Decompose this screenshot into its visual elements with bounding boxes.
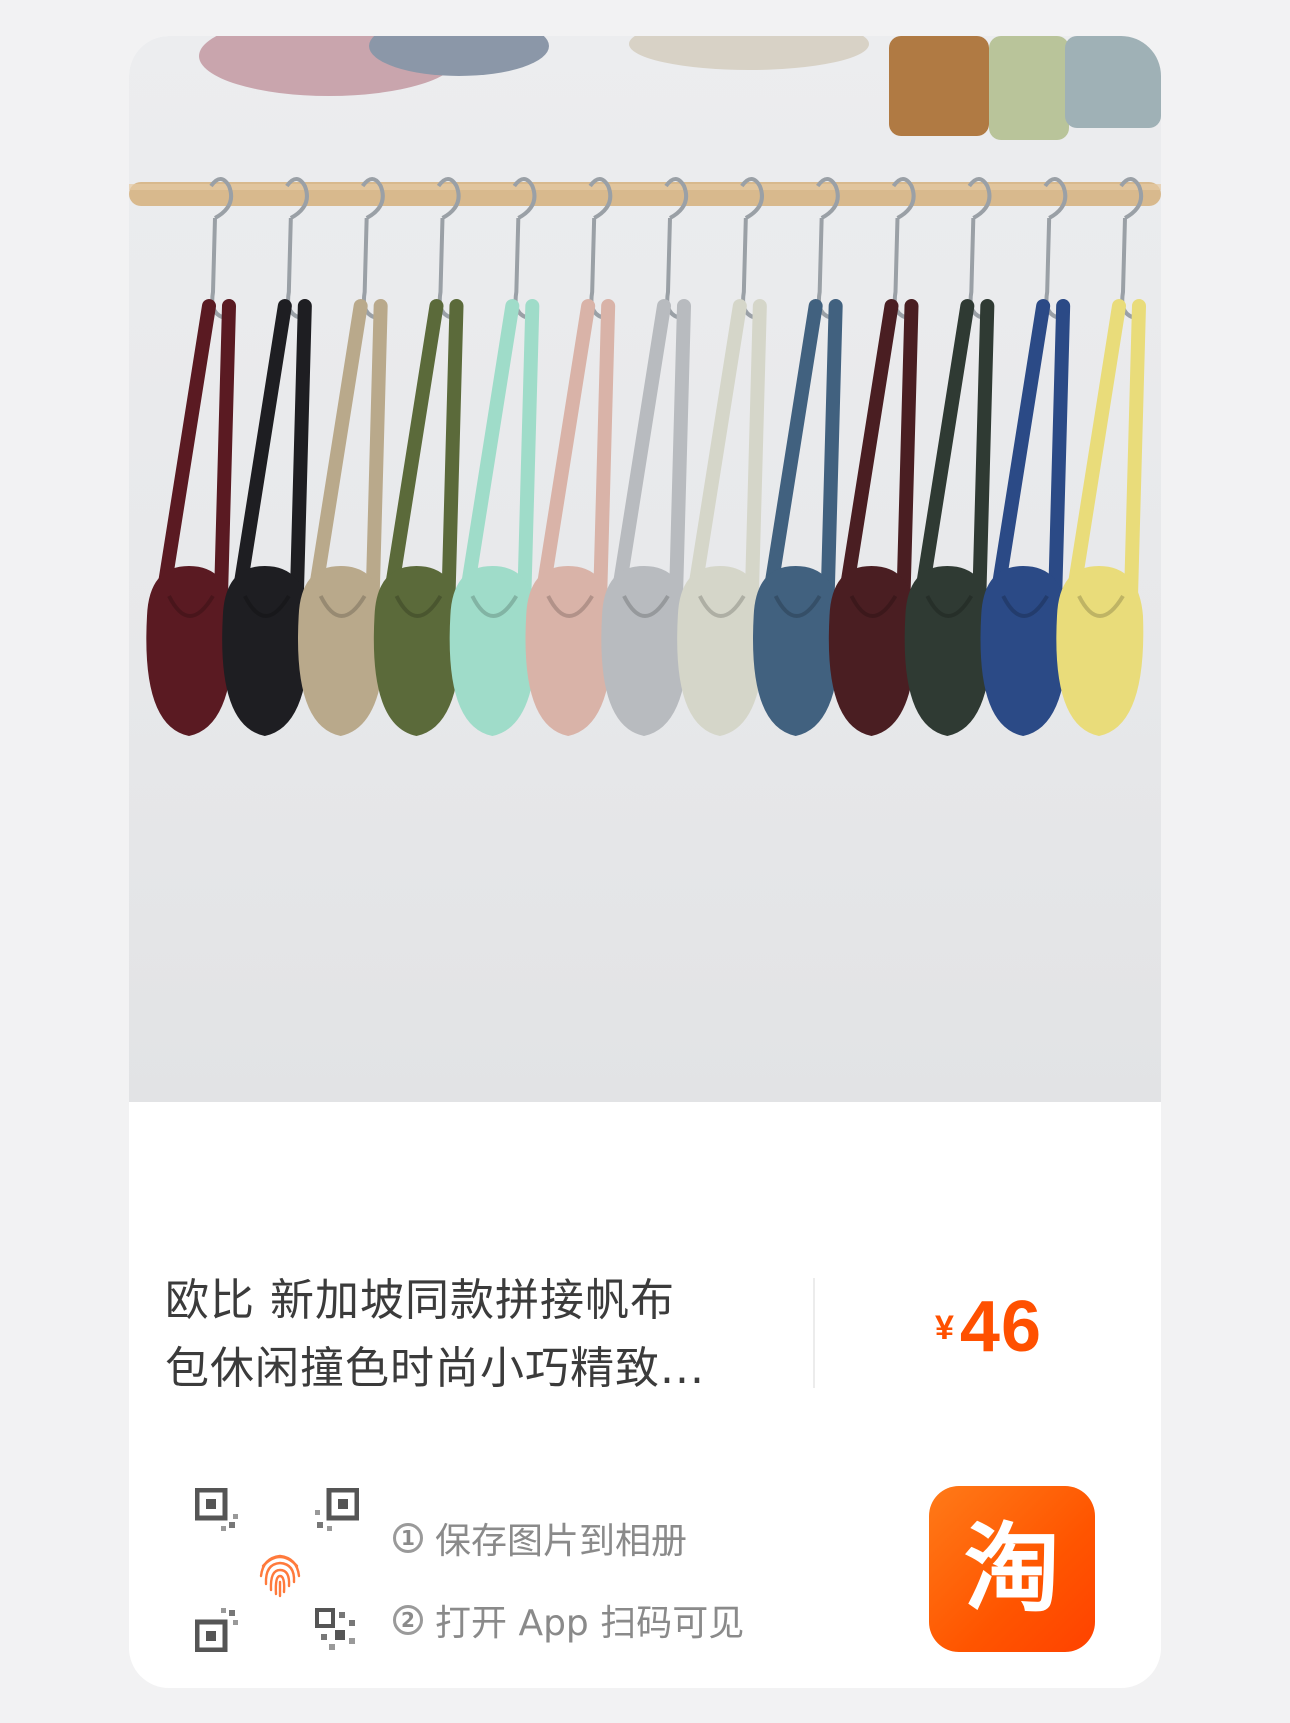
step-2-text: 打开 App 扫码可见 bbox=[435, 1603, 745, 1644]
hanging-bag bbox=[146, 177, 236, 736]
hanging-bag bbox=[449, 177, 540, 736]
share-card: 欧比 新加坡同款拼接帆布 包休闲撞色时尚小巧精致... ¥46 1 保存图片到相… bbox=[129, 36, 1161, 1688]
product-title[interactable]: 欧比 新加坡同款拼接帆布 包休闲撞色时尚小巧精致... bbox=[165, 1267, 765, 1403]
price: ¥46 bbox=[935, 1286, 1042, 1368]
product-photo bbox=[129, 36, 1161, 736]
fingerprint-icon bbox=[259, 1554, 301, 1598]
hanging-bag bbox=[980, 177, 1071, 736]
instruction-step-2: 2 打开 App 扫码可见 bbox=[393, 1594, 744, 1646]
hanging-bag bbox=[828, 177, 919, 736]
product-image[interactable] bbox=[129, 36, 1161, 1102]
qr-scan-area[interactable] bbox=[195, 1488, 365, 1658]
hanging-bag bbox=[601, 177, 691, 736]
qr-corner-icon bbox=[195, 1608, 238, 1652]
qr-corner-icon bbox=[195, 1488, 238, 1531]
hanging-bag bbox=[904, 177, 995, 736]
title-line-1: 欧比 新加坡同款拼接帆布 bbox=[165, 1275, 675, 1326]
step-1-number: 1 bbox=[393, 1523, 423, 1553]
hanging-bag bbox=[222, 177, 312, 736]
qr-corner-icon bbox=[315, 1488, 359, 1531]
title-line-2: 包休闲撞色时尚小巧精致... bbox=[165, 1343, 705, 1394]
step-1-text: 保存图片到相册 bbox=[435, 1521, 688, 1562]
qr-corner-icon bbox=[315, 1608, 355, 1650]
currency-symbol: ¥ bbox=[935, 1309, 954, 1347]
taobao-logo-text: 淘 bbox=[964, 1513, 1060, 1625]
hanging-bag bbox=[298, 177, 388, 736]
taobao-app-icon[interactable]: 淘 bbox=[929, 1486, 1095, 1652]
product-info: 欧比 新加坡同款拼接帆布 包休闲撞色时尚小巧精致... ¥46 1 保存图片到相… bbox=[129, 1102, 1161, 1688]
hanging-bag bbox=[373, 177, 464, 736]
divider bbox=[813, 1278, 815, 1388]
step-2-number: 2 bbox=[393, 1605, 423, 1635]
hanging-bag bbox=[525, 177, 616, 736]
hanging-bag bbox=[1056, 177, 1146, 736]
hanging-bag bbox=[753, 177, 843, 736]
price-amount: 46 bbox=[959, 1287, 1043, 1367]
instruction-step-1: 1 保存图片到相册 bbox=[393, 1512, 687, 1564]
shelf-items bbox=[199, 36, 1161, 140]
hanging-bag bbox=[677, 177, 767, 736]
